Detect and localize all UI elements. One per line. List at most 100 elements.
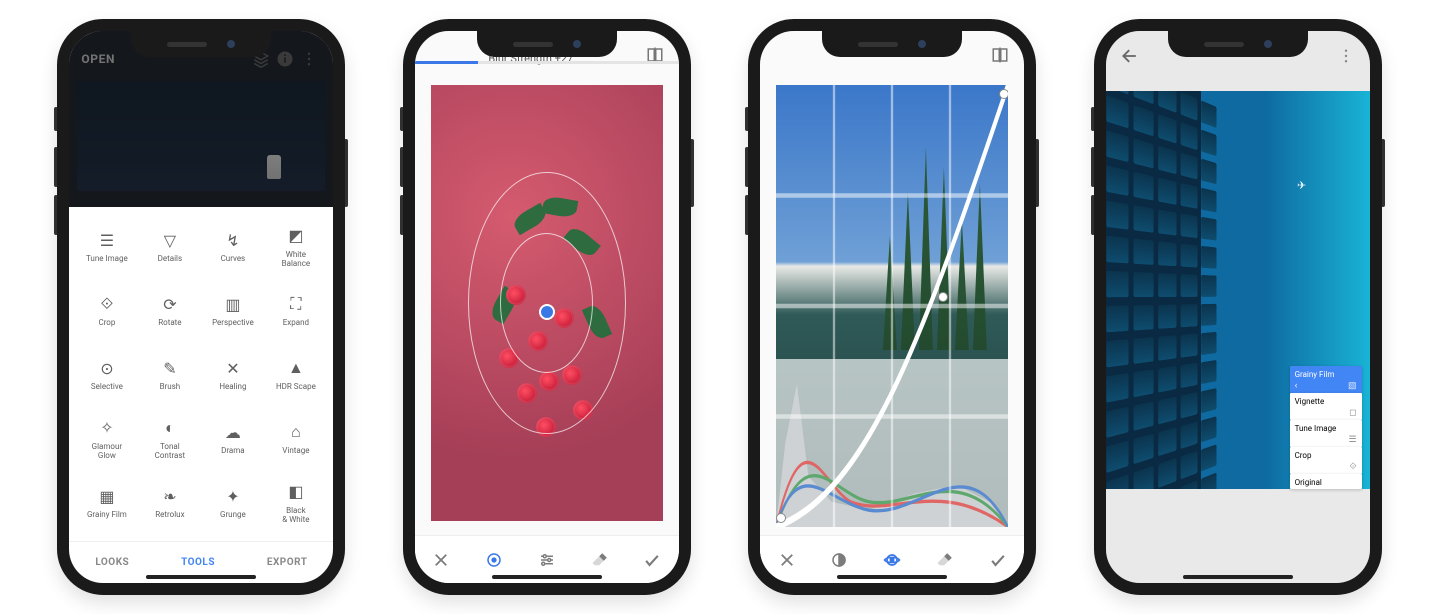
tool-icon: ▥ [225,295,240,313]
back-icon[interactable] [1118,44,1142,68]
tool-label: Details [158,254,182,263]
blur-shape-icon[interactable] [482,548,506,572]
tool-white-balance[interactable]: ◩ WhiteBalance [264,215,327,279]
stack-item[interactable]: Tune Image ☰ [1290,420,1362,447]
tool-vintage[interactable]: ⌂Vintage [264,407,327,471]
tab-tools[interactable]: TOOLS [181,557,215,568]
tool-label: Grunge [220,510,246,519]
tool-tune-image[interactable]: ☰ Tune Image [75,215,138,279]
home-indicator[interactable] [146,575,256,579]
tool-icon: ⌂ [291,423,301,441]
tool-icon: ✎ [163,359,176,377]
tool-icon: ✕ [226,359,239,377]
stack-label: Grainy Film [1295,370,1335,379]
curve-node[interactable] [938,292,948,302]
tool-icon: ⛶ [290,295,301,313]
tools-sheet: ☰ Tune Image ▽ Details ↯ Curves ◩ WhiteBalance ⟐… [69,207,333,583]
tool-grunge[interactable]: ✦ Grunge [201,471,264,535]
compare-icon[interactable] [988,43,1012,67]
eraser-icon[interactable] [933,548,957,572]
phone-tools-panel: OPEN ☰Tune Image▽Details↯Curves◩WhiteBal… [57,19,345,595]
tool-icon: ⟳ [163,295,176,313]
tool-details[interactable]: ▽ Details [138,215,201,279]
tool-icon: ☁ [225,423,241,441]
stack-item[interactable]: Crop ⟐ [1290,447,1362,474]
tool-healing[interactable]: ✕ Healing [201,343,264,407]
tool-tonal-contrast[interactable]: ◐TonalContrast [138,407,201,471]
tab-export[interactable]: EXPORT [267,557,308,568]
tool-glamour-glow[interactable]: ✧ GlamourGlow [75,407,138,471]
tool-label: Healing [219,382,246,391]
tool-crop[interactable]: ⟐Crop [75,279,138,343]
tool-expand[interactable]: ⛶ Expand [264,279,327,343]
tool-icon: ↯ [226,231,239,249]
edit-canvas[interactable] [431,85,663,521]
tool-label: Black& White [282,506,309,524]
chevron-left-icon[interactable]: ‹ [1295,382,1298,391]
tool-label: Grainy Film [87,510,127,519]
stack-item[interactable]: Original [1290,474,1362,489]
tool-curves[interactable]: ↯ Curves [201,215,264,279]
tune-icon: ☰ [1348,435,1356,445]
tool-label: WhiteBalance [282,250,310,268]
value-slider[interactable] [415,61,679,64]
device-notch [822,31,962,57]
more-icon[interactable] [1334,44,1358,68]
curve-node[interactable] [776,513,786,523]
phone-curves-edit [748,19,1036,595]
tool-brush[interactable]: ✎ Brush [138,343,201,407]
tool-icon: ☰ [100,231,114,249]
tool-icon: ✦ [226,487,239,505]
phone-blur-edit: Blur Strength +27 [403,19,691,595]
curves-canvas[interactable] [776,85,1008,527]
tool-icon: ◧ [288,483,303,501]
tool-label: Drama [221,446,245,455]
tool-label: HDR Scape [276,382,316,391]
tool-icon: ⊙ [100,359,113,377]
tool-rotate[interactable]: ⟳ Rotate [138,279,201,343]
vignette-icon: ◻ [1349,408,1356,418]
tool-label: Expand [283,318,309,327]
cancel-icon[interactable] [429,548,453,572]
home-indicator[interactable] [1183,575,1293,579]
tool-drama[interactable]: ☁ Drama [201,407,264,471]
home-indicator[interactable] [492,575,602,579]
device-notch [477,31,617,57]
tool-grainy-film[interactable]: ▦Grainy Film [75,471,138,535]
tool-selective[interactable]: ⊙ Selective [75,343,138,407]
tool-label: Selective [91,382,123,391]
tool-label: GlamourGlow [92,442,122,460]
edit-history-stack: Grainy Film ‹ ▧ Vignette ◻ Tune Image ☰ C… [1290,366,1362,489]
curve-grid [776,85,1008,527]
adjust-icon[interactable] [535,548,559,572]
tab-looks[interactable]: LOOKS [95,557,129,568]
tool-label: Brush [160,382,181,391]
photo-icon[interactable]: ▧ [1348,381,1357,391]
stack-label: Crop [1295,451,1312,460]
curve-node[interactable] [999,89,1009,99]
channel-rgb-icon[interactable] [880,548,904,572]
tool-perspective[interactable]: ▥Perspective [201,279,264,343]
tool-retrolux[interactable]: ❧Retrolux [138,471,201,535]
tool-icon: ✧ [100,419,113,437]
tool-icon: ▽ [164,231,176,249]
device-notch [1168,31,1308,57]
airplane-icon: ✈ [1297,179,1306,192]
tool-icon: ⟐ [101,295,114,313]
tool-black-white[interactable]: ◧ Black& White [264,471,327,535]
tool-label: Rotate [158,318,181,327]
channel-luminance-icon[interactable] [827,548,851,572]
tool-icon: ◐ [165,419,175,437]
apply-icon[interactable] [986,548,1010,572]
home-indicator[interactable] [837,575,947,579]
apply-icon[interactable] [640,548,664,572]
tool-hdr-scape[interactable]: ▲HDR Scape [264,343,327,407]
tool-label: Curves [221,254,246,263]
stack-item-active[interactable]: Grainy Film ‹ ▧ [1290,366,1362,393]
cancel-icon[interactable] [775,548,799,572]
tool-grid: ☰ Tune Image ▽ Details ↯ Curves ◩ WhiteBalance ⟐… [69,207,333,541]
eraser-icon[interactable] [588,548,612,572]
stack-item[interactable]: Vignette ◻ [1290,393,1362,420]
tool-label: Tune Image [86,254,128,263]
tool-icon: ◩ [288,227,303,245]
